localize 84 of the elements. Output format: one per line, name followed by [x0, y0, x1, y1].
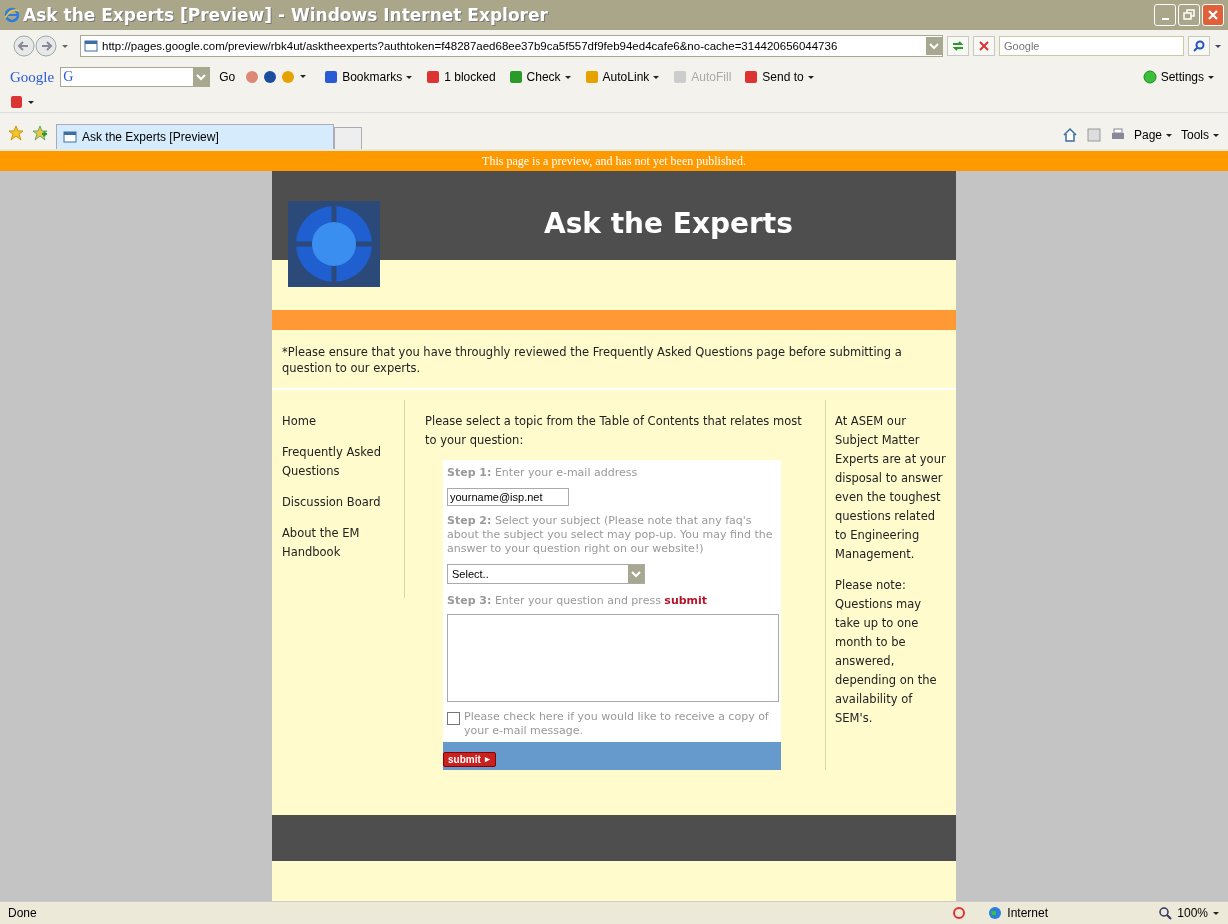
play-icon: [483, 756, 491, 763]
new-tab-button[interactable]: [334, 127, 362, 149]
blocked-icon[interactable]: [951, 905, 968, 921]
toolbar-button[interactable]: 1 blocked: [422, 69, 499, 85]
caret-icon: [1212, 909, 1220, 917]
translate-icon[interactable]: [10, 94, 36, 110]
dropdown-icon[interactable]: [193, 68, 210, 86]
favorites-star-icon[interactable]: [8, 125, 24, 141]
caret-icon: [1207, 73, 1215, 81]
toolbar-icon: [323, 69, 340, 85]
restore-button[interactable]: [1178, 4, 1200, 26]
search-icon: [1192, 39, 1206, 53]
close-button[interactable]: [1202, 4, 1224, 26]
toolbar-button[interactable]: AutoLink: [580, 69, 664, 85]
status-text: Done: [8, 906, 38, 920]
nav-link[interactable]: About the EM Handbook: [282, 524, 404, 562]
caret-icon: [1165, 131, 1173, 139]
nav-link[interactable]: Frequently Asked Questions: [282, 443, 404, 481]
minimize-icon: [1161, 18, 1169, 20]
url-text: http://pages.google.com/preview/rbk4ut/asktheexperts?authtoken=f48287aed68ee37b9ca5f557df9feb94ed4cafe6&no-cache=314420656044736: [102, 40, 839, 52]
search-field[interactable]: Google: [999, 36, 1184, 56]
settings-button[interactable]: Settings: [1138, 69, 1218, 85]
caret-icon: [1212, 131, 1220, 139]
toolbar-button[interactable]: Send to: [740, 69, 818, 85]
copy-checkbox[interactable]: [447, 712, 460, 725]
page-icon: [63, 130, 77, 144]
step-label: Step 2: Select your subject (Please note that any faq's about the subject you select may pop-up. You may find the answer to your question right on our website!): [447, 514, 774, 556]
zoom-control[interactable]: 100%: [1157, 905, 1220, 921]
caret-icon[interactable]: [1214, 42, 1222, 50]
toolbar-icon: [672, 69, 689, 85]
refresh-button[interactable]: [947, 36, 969, 56]
toolbar-button[interactable]: Bookmarks: [320, 69, 417, 85]
copy-label: Please check here if you would like to receive a copy of your e-mail message.: [464, 710, 770, 738]
browser-tab[interactable]: Ask the Experts [Preview]: [56, 124, 334, 149]
google-logo: Google: [10, 68, 55, 86]
intro-text: Please select a topic from the Table of Contents that relates most to your question:: [425, 413, 803, 449]
dropdown-icon: [628, 565, 644, 583]
command-button[interactable]: Tools: [1181, 128, 1220, 142]
stop-icon: [977, 39, 991, 53]
stop-button[interactable]: [973, 36, 995, 56]
search-button[interactable]: [1188, 36, 1210, 56]
submit-word: submit: [664, 594, 708, 607]
address-field[interactable]: http://pages.google.com/preview/rbk4ut/asktheexperts?authtoken=f48287aed68ee37b9ca5f557df9feb94ed4cafe6&no-cache=314420656044736: [80, 35, 943, 57]
toolbar-icon: [425, 69, 442, 85]
question-field[interactable]: [447, 614, 779, 702]
toolbar-icon: [507, 69, 524, 85]
page-icon: [84, 39, 98, 53]
subject-select[interactable]: Select..: [447, 564, 645, 584]
caret-icon: [405, 73, 414, 81]
g-icon: G: [61, 69, 74, 85]
add-favorite-icon[interactable]: [32, 125, 48, 141]
nav-link[interactable]: Home: [282, 412, 404, 431]
globe-icon: [987, 905, 1004, 921]
security-zone[interactable]: Internet: [987, 905, 1138, 921]
preview-notice: This page is a preview, and has not yet been published.: [482, 153, 746, 169]
dropdown-icon[interactable]: [926, 37, 942, 55]
notice-text: *Please ensure that you have throughly reviewed the Frequently Asked Questions page before submitting a question to our experts.: [282, 345, 902, 375]
caret-icon: [563, 73, 572, 81]
sidebar-text: At ASEM our Subject Matter Experts are at your disposal to answer even the toughest questions related to Engineering Management.: [835, 413, 947, 563]
sidebar-text: Please note: Questions may take up to one month to be answered, depending on the availability of SEM's.: [835, 577, 938, 727]
close-icon: [1206, 8, 1220, 22]
email-field[interactable]: yourname@isp.net: [447, 488, 569, 506]
minimize-button[interactable]: [1154, 4, 1176, 26]
restore-icon: [1182, 8, 1196, 22]
magnifier-icon: [1157, 905, 1174, 921]
toolbar-button[interactable]: Go: [216, 70, 239, 84]
status-dot-icon: [1141, 69, 1158, 85]
browser-logo-icon: [4, 7, 20, 23]
toolbar-icon: [743, 69, 760, 85]
step-label: Step 3: Enter your question and press: [447, 594, 661, 607]
home-icon[interactable]: [1061, 127, 1078, 143]
step-label: Step 1: Enter your e-mail address: [447, 466, 639, 480]
toolbar-search-field[interactable]: G: [60, 67, 211, 87]
caret-icon: [652, 73, 661, 81]
toolbar-icon: [583, 69, 600, 85]
submit-button[interactable]: submit: [443, 752, 496, 767]
page-title: Ask the Experts: [544, 207, 793, 240]
window-title: Ask the Experts [Preview] - Windows Internet Explorer: [23, 5, 549, 25]
nav-link[interactable]: Discussion Board: [282, 493, 404, 512]
refresh-icon: [951, 39, 965, 53]
logo-icon: [288, 201, 380, 287]
command-button[interactable]: Page: [1133, 128, 1173, 142]
caret-icon: [806, 73, 815, 81]
toolbar-button[interactable]: Check: [504, 69, 575, 85]
